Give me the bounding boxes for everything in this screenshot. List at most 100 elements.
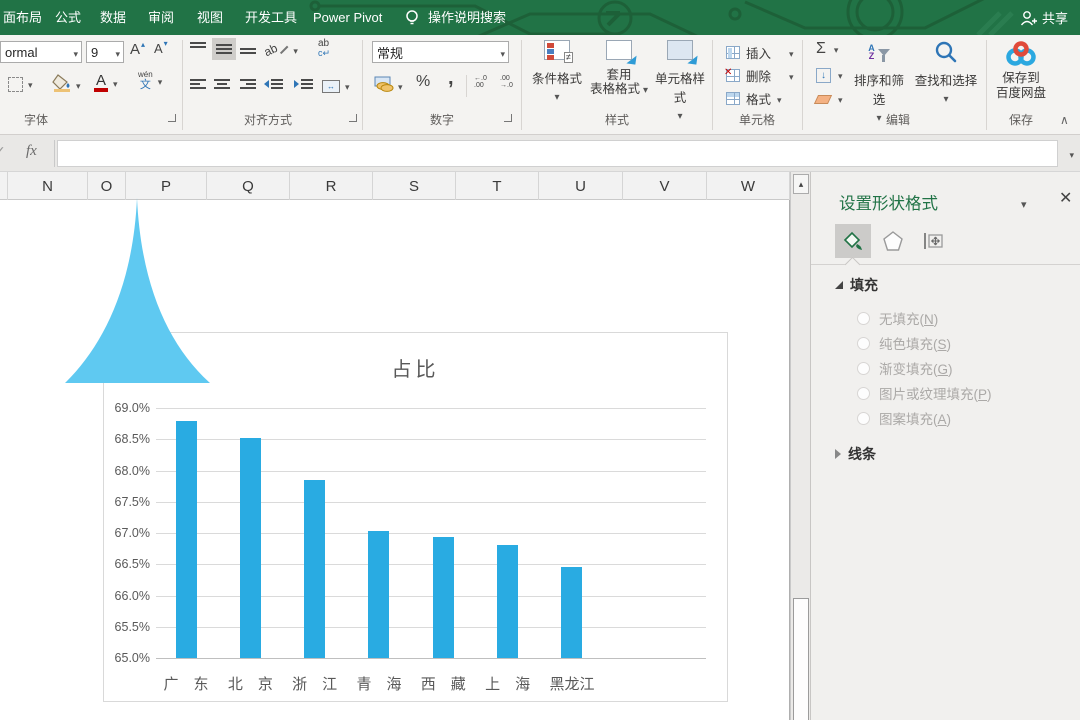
- radio-icon[interactable]: [857, 362, 870, 375]
- clear-caret[interactable]: [838, 90, 843, 108]
- wrap-text-button[interactable]: ab c↵: [318, 39, 330, 58]
- enter-check-icon[interactable]: ✓: [0, 143, 6, 160]
- shrink-font-button[interactable]: A▾: [154, 41, 168, 56]
- fill-option-gradient[interactable]: 渐变填充(G): [857, 358, 953, 378]
- format-as-table-button[interactable]: 套用 表格格式: [588, 40, 650, 98]
- accounting-format-button[interactable]: [374, 74, 403, 97]
- insert-cells-button[interactable]: 插入: [726, 43, 794, 62]
- column-header-R[interactable]: R: [290, 172, 373, 200]
- radio-icon[interactable]: [857, 412, 870, 425]
- find-select-button[interactable]: 查找和选择: [912, 40, 980, 105]
- scrollbar-thumb[interactable]: [793, 598, 809, 720]
- format-cells-caret[interactable]: [777, 90, 782, 108]
- orientation-caret[interactable]: [293, 41, 298, 59]
- merge-center-button[interactable]: ↔: [322, 77, 350, 95]
- cell-styles-button[interactable]: 单元格样式: [650, 40, 710, 122]
- fill-option-picture-texture[interactable]: 图片或纹理填充(P): [857, 383, 992, 403]
- radio-icon[interactable]: [857, 312, 870, 325]
- accounting-caret[interactable]: [398, 77, 403, 95]
- fill-option-no-fill[interactable]: 无填充(N): [857, 308, 938, 328]
- merge-center-caret[interactable]: [345, 77, 350, 95]
- column-header-V[interactable]: V: [623, 172, 707, 200]
- autosum-caret[interactable]: [834, 40, 839, 58]
- curved-triangle-shape[interactable]: [55, 196, 215, 386]
- phonetic-caret[interactable]: [158, 72, 163, 90]
- menu-tab-data[interactable]: 数据: [100, 0, 126, 35]
- clear-button[interactable]: [816, 90, 843, 108]
- fill-option-pattern[interactable]: 图案填充(A): [857, 408, 951, 428]
- menu-tab-review[interactable]: 审阅: [148, 0, 174, 35]
- menu-tab-power-pivot[interactable]: Power Pivot: [313, 0, 382, 35]
- menu-tab-page-layout[interactable]: 面布局: [3, 0, 42, 35]
- chart-bar[interactable]: [368, 531, 389, 658]
- number-format-combo[interactable]: 常规: [372, 41, 509, 63]
- align-left-button[interactable]: [190, 79, 206, 89]
- delete-cells-caret[interactable]: [789, 67, 794, 85]
- tab-fill-line[interactable]: [835, 224, 871, 258]
- panel-dropdown-caret[interactable]: [1021, 196, 1027, 211]
- formula-input[interactable]: [57, 140, 1058, 167]
- column-header-S[interactable]: S: [373, 172, 456, 200]
- increase-indent-button[interactable]: [294, 79, 313, 89]
- share-button[interactable]: 共享: [1020, 0, 1068, 35]
- font-dialog-launcher[interactable]: [168, 114, 176, 122]
- menu-tab-view[interactable]: 视图: [197, 0, 223, 35]
- bottom-align-button[interactable]: [240, 48, 256, 54]
- fill-section-header[interactable]: 填充: [835, 275, 878, 295]
- font-size-caret[interactable]: [115, 45, 123, 60]
- tell-me-search[interactable]: 操作说明搜索: [428, 0, 506, 35]
- fill-color-button[interactable]: [52, 73, 81, 97]
- number-format-caret[interactable]: [500, 45, 508, 60]
- percent-style-button[interactable]: %: [416, 73, 430, 91]
- column-header-Q[interactable]: Q: [207, 172, 290, 200]
- phonetic-guide-button[interactable]: wén 文: [138, 71, 162, 91]
- chart-object[interactable]: 占比 65.0%65.5%66.0%66.5%67.0%67.5%68.0%68…: [103, 332, 728, 702]
- chart-bar[interactable]: [240, 438, 261, 658]
- insert-function-button[interactable]: fx: [26, 143, 37, 160]
- number-dialog-launcher[interactable]: [504, 114, 512, 122]
- grow-font-button[interactable]: A▴: [130, 41, 145, 58]
- insert-cells-caret[interactable]: [789, 44, 794, 62]
- chart-bar[interactable]: [561, 567, 582, 658]
- decrease-indent-button[interactable]: [264, 79, 283, 89]
- fill-button[interactable]: ↓: [816, 66, 843, 84]
- tab-size-properties[interactable]: [915, 224, 951, 258]
- top-align-button[interactable]: [190, 42, 206, 48]
- chart-bar[interactable]: [433, 537, 454, 658]
- increase-decimal-button[interactable]: ←.0 .00: [474, 75, 487, 89]
- comma-style-button[interactable]: ,: [448, 67, 454, 90]
- font-color-caret[interactable]: [113, 74, 118, 92]
- menu-tab-formulas[interactable]: 公式: [55, 0, 81, 35]
- autosum-button[interactable]: Σ: [816, 40, 838, 58]
- decrease-decimal-button[interactable]: .00 →.0: [500, 75, 513, 89]
- line-section-header[interactable]: 线条: [835, 444, 876, 464]
- column-header-T[interactable]: T: [456, 172, 539, 200]
- column-header-W[interactable]: W: [707, 172, 790, 200]
- borders-caret[interactable]: [28, 75, 33, 93]
- chart-bar[interactable]: [497, 545, 518, 658]
- chart-bar[interactable]: [176, 421, 197, 659]
- orientation-button[interactable]: ab: [264, 41, 298, 59]
- font-name-caret[interactable]: [73, 45, 81, 60]
- font-color-button[interactable]: A: [94, 73, 118, 92]
- expand-formula-bar-chevron[interactable]: [1069, 145, 1074, 163]
- chart-bar[interactable]: [304, 480, 325, 658]
- format-cells-button[interactable]: 格式: [726, 89, 782, 108]
- tab-effects[interactable]: [875, 224, 911, 258]
- borders-button[interactable]: [8, 75, 33, 93]
- scroll-up-button[interactable]: [793, 174, 809, 194]
- collapse-ribbon-chevron[interactable]: ∧: [1060, 113, 1069, 127]
- delete-cells-button[interactable]: ✕ 删除: [726, 66, 794, 85]
- conditional-formatting-button[interactable]: ≠ 条件格式: [528, 40, 586, 103]
- font-name-combo[interactable]: ormal: [0, 41, 82, 63]
- panel-close-icon[interactable]: [1059, 188, 1072, 208]
- align-center-button[interactable]: [214, 79, 230, 89]
- column-header-U[interactable]: U: [539, 172, 623, 200]
- alignment-dialog-launcher[interactable]: [349, 114, 357, 122]
- menu-tab-developer[interactable]: 开发工具: [245, 0, 297, 35]
- align-right-button[interactable]: [240, 79, 256, 89]
- fill-color-caret[interactable]: [76, 76, 81, 94]
- vertical-scrollbar[interactable]: [790, 172, 810, 720]
- radio-icon[interactable]: [857, 387, 870, 400]
- fill-caret[interactable]: [838, 66, 843, 84]
